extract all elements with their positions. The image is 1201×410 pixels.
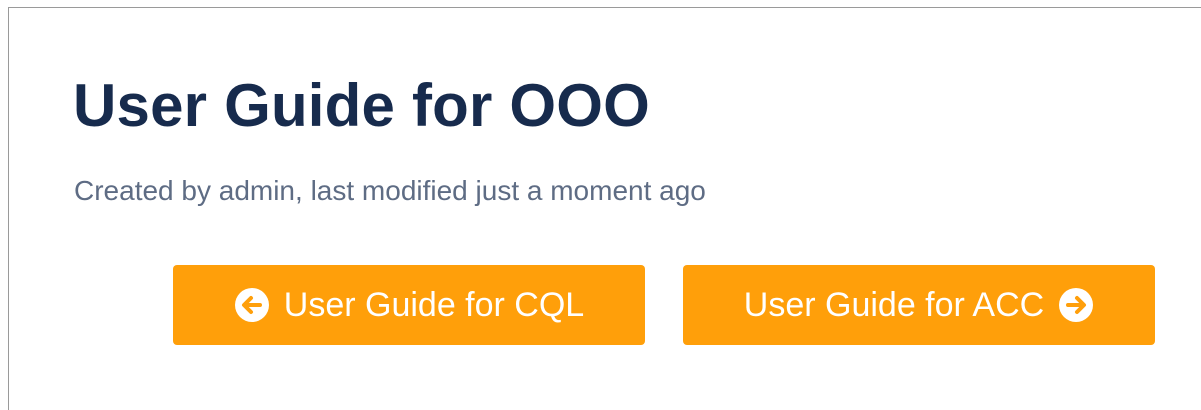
arrow-left-circle-icon	[234, 287, 270, 323]
previous-page-label: User Guide for CQL	[283, 285, 585, 324]
page-title: User Guide for OOO	[73, 72, 651, 139]
previous-page-button[interactable]: User Guide for CQL	[173, 265, 645, 345]
page-content: User Guide for OOO Created by admin, las…	[8, 7, 1201, 410]
page-byline: Created by admin, last modified just a m…	[74, 175, 706, 206]
next-page-label: User Guide for ACC	[743, 285, 1045, 324]
next-page-button[interactable]: User Guide for ACC	[683, 265, 1155, 345]
arrow-right-circle-icon	[1058, 287, 1094, 323]
